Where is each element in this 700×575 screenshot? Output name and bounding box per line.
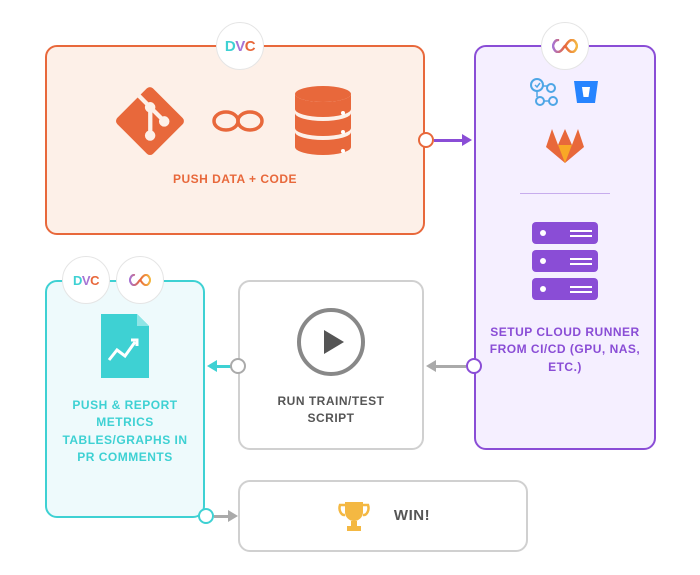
- metrics-card: PUSH & REPORT METRICS TABLES/GRAPHS IN P…: [45, 280, 205, 518]
- arrow-head-2: [426, 360, 436, 372]
- dvc-logo-text: DVC: [225, 38, 255, 55]
- runner-label: SETUP CLOUD RUNNER FROM CI/CD (GPU, NAS,…: [476, 324, 654, 376]
- trophy-icon: [336, 498, 372, 534]
- win-label: WIN!: [394, 505, 430, 527]
- run-script-card: RUN TRAIN/TEST SCRIPT: [238, 280, 424, 450]
- dvc-logo-text-small: DVC: [73, 273, 99, 288]
- bitbucket-icon: [571, 77, 601, 107]
- play-icon: [295, 306, 367, 378]
- arrow-head-3: [207, 360, 217, 372]
- arrow-line-3: [217, 365, 231, 368]
- arrow-line-2: [436, 365, 466, 368]
- run-label: RUN TRAIN/TEST SCRIPT: [240, 393, 422, 428]
- report-icon: [97, 312, 153, 380]
- cml-badge-small: [116, 256, 164, 304]
- arrow-node-2: [466, 358, 482, 374]
- gitlab-icon: [544, 125, 586, 165]
- database-icon: [292, 85, 354, 157]
- infinity-icon-small: [129, 274, 151, 286]
- dvc-badge-small: DVC: [62, 256, 110, 304]
- link-icon: [212, 108, 264, 134]
- divider: [520, 193, 610, 194]
- arrow-node-1: [418, 132, 434, 148]
- arrow-node-4: [198, 508, 214, 524]
- github-actions-icon: [529, 77, 563, 111]
- dvc-badge: DVC: [216, 22, 264, 70]
- push-label: PUSH DATA + CODE: [47, 171, 423, 188]
- server-icon: [530, 220, 600, 302]
- cml-badge: [541, 22, 589, 70]
- arrow-head-4: [228, 510, 238, 522]
- cloud-runner-card: SETUP CLOUD RUNNER FROM CI/CD (GPU, NAS,…: [474, 45, 656, 450]
- infinity-icon: [552, 39, 578, 53]
- metrics-label: PUSH & REPORT METRICS TABLES/GRAPHS IN P…: [47, 397, 203, 467]
- arrow-line-1: [434, 139, 464, 142]
- arrow-head-1: [462, 134, 472, 146]
- push-data-code-card: PUSH DATA + CODE: [45, 45, 425, 235]
- arrow-node-3: [230, 358, 246, 374]
- win-card: WIN!: [238, 480, 528, 552]
- git-icon: [116, 87, 184, 155]
